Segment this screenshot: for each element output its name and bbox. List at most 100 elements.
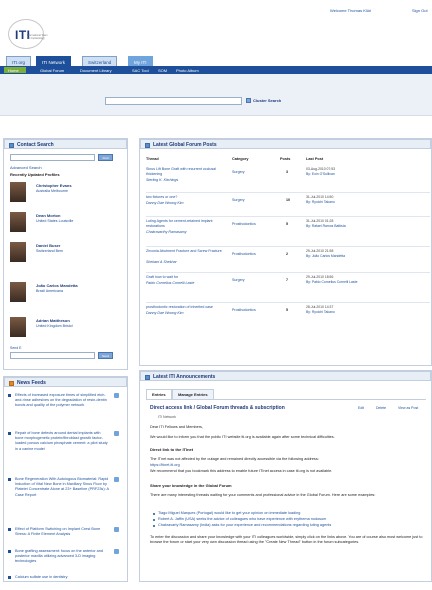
avatar[interactable]: [10, 282, 26, 302]
forum-example-link[interactable]: Chakravarty Ramasamy (India) asks for yo…: [153, 523, 418, 528]
thread-link[interactable]: Sinus Lift Bone Graft with recurrent occ…: [146, 167, 226, 177]
list-item[interactable]: Calcium sulfate use in dentistry: [8, 575, 124, 581]
news-link[interactable]: Bone grafting assessment: focus on the a…: [15, 549, 109, 565]
last-post-author[interactable]: By: Eoin O'Sullivan: [306, 172, 376, 176]
news-link[interactable]: Calcium sulfate use in dentistry: [15, 575, 109, 580]
profile-item[interactable]: Christopher Evans Australia Melbourne: [10, 182, 125, 210]
nav-photo-album[interactable]: Photo Album: [176, 68, 199, 73]
profile-location: United States Louisville: [36, 219, 74, 223]
tab-iti-org[interactable]: ITI.org: [6, 56, 32, 66]
send-input[interactable]: [10, 352, 95, 359]
thread-link[interactable]: Zirconia Abutment Fracture and Screw Fra…: [146, 249, 226, 254]
category-link[interactable]: Prosthodontics: [232, 222, 256, 226]
tab-iti-network[interactable]: ITI Network: [36, 56, 72, 66]
nav-home[interactable]: Home: [4, 67, 26, 73]
tab-divider: [146, 399, 426, 400]
profile-name[interactable]: Christopher Evans: [36, 183, 72, 188]
signout-link[interactable]: Sign Out: [412, 8, 428, 13]
thread-link[interactable]: prosthodontic restoration of inherited c…: [146, 305, 226, 310]
profile-name[interactable]: João Carlos Mandetta: [36, 283, 78, 288]
table-row[interactable]: Sinus Lift Bone Graft with recurrent occ…: [146, 167, 430, 193]
news-feeds-header: News Feeds: [4, 377, 127, 387]
view-as-post-link[interactable]: View as Post: [398, 406, 418, 410]
nav-global-forum[interactable]: Global Forum: [40, 68, 64, 73]
category-link[interactable]: Prosthodontics: [232, 308, 256, 312]
list-item[interactable]: Bone grafting assessment: focus on the a…: [8, 549, 124, 575]
news-feeds-title: News Feeds: [17, 380, 46, 386]
avatar[interactable]: [10, 212, 26, 232]
thread-author[interactable]: Sterling K. Kitchings: [146, 178, 178, 182]
feed-icon[interactable]: [114, 393, 119, 398]
avatar[interactable]: [10, 242, 26, 262]
profile-name[interactable]: Daniel Buser: [36, 243, 60, 248]
list-item[interactable]: Effects of increased exposure times of s…: [8, 393, 124, 427]
feed-icon[interactable]: [114, 477, 119, 482]
avatar[interactable]: [10, 182, 26, 202]
entry-title[interactable]: Direct access link / Global Forum thread…: [150, 405, 285, 411]
category-link[interactable]: Surgery: [232, 170, 245, 174]
table-row[interactable]: prosthodontic restoration of inherited c…: [146, 305, 430, 329]
entry-category[interactable]: ITI Network: [158, 415, 176, 419]
news-link[interactable]: Effect of Platform Switching on Implant …: [15, 527, 109, 537]
thread-link[interactable]: Graft how to wait for: [146, 275, 226, 280]
feed-icon[interactable]: [114, 549, 119, 554]
thread-link[interactable]: Luting Agents for cement-retained implan…: [146, 219, 226, 229]
list-item[interactable]: Repair of bone defects around dental imp…: [8, 431, 124, 475]
nav-som[interactable]: SOM: [158, 68, 167, 73]
table-row[interactable]: Zirconia Abutment Fracture and Screw Fra…: [146, 249, 430, 273]
itinet-link[interactable]: https://itinet.iti.org: [150, 463, 180, 467]
thread-author[interactable]: Danny Dae Woong Kim: [146, 201, 184, 205]
tab-my-iti[interactable]: My ITI: [128, 56, 153, 66]
category-link[interactable]: Surgery: [232, 198, 245, 202]
news-link[interactable]: Bone Regeneration With Autologous Biomat…: [15, 477, 109, 498]
list-item[interactable]: Bone Regeneration With Autologous Biomat…: [8, 477, 124, 527]
edit-link[interactable]: Edit: [358, 406, 364, 410]
news-link[interactable]: Repair of bone defects around dental imp…: [15, 431, 109, 452]
thread-link[interactable]: two fixtures or one?: [146, 195, 226, 200]
thread-author[interactable]: Chakravarthy Ramasamy: [146, 230, 187, 234]
last-post-author[interactable]: By: Pablo Cornelius Cornelli Laste: [306, 280, 376, 284]
post-count: 10: [286, 198, 290, 202]
welcome-link[interactable]: Welcome Thomas Klüri: [330, 8, 371, 13]
table-row[interactable]: two fixtures or one? Danny Dae Woong Kim…: [146, 195, 430, 217]
profile-item[interactable]: Daniel Buser Switzerland Bern: [10, 242, 125, 270]
category-link[interactable]: Prosthodontics: [232, 252, 256, 256]
thread-author[interactable]: Shebani A Shekhar: [146, 260, 177, 264]
contact-find-button[interactable]: Find: [98, 154, 113, 161]
feed-icon[interactable]: [114, 527, 119, 532]
advanced-search-link[interactable]: Advanced Search: [10, 165, 42, 170]
send-button[interactable]: Send: [98, 352, 113, 359]
last-post-author[interactable]: By: Ryoichi Takano: [306, 200, 376, 204]
feed-icon[interactable]: [114, 431, 119, 436]
profile-name[interactable]: Adrian Mattheson: [36, 318, 70, 323]
forum-example-link[interactable]: Tiago Miguel Marques (Portugal) would li…: [153, 511, 418, 516]
forum-example-link[interactable]: Robert A. Jaffin (USA) seeks the advice …: [153, 517, 418, 522]
heading-share-knowledge: Share your knowledge in the Global Forum: [150, 483, 232, 488]
cluster-search-input[interactable]: [105, 97, 242, 105]
delete-link[interactable]: Delete: [376, 406, 386, 410]
news-link[interactable]: Effects of increased exposure times of s…: [15, 393, 109, 409]
thread-author[interactable]: Pablo Cornelius Cornelli Laste: [146, 281, 194, 285]
contact-search-input[interactable]: [10, 154, 95, 161]
cluster-search-button[interactable]: Cluster Search: [246, 98, 281, 103]
last-post-date: 31-Jul-2010 01:28: [306, 219, 334, 223]
profile-name[interactable]: Dean Morton: [36, 213, 60, 218]
last-post-author[interactable]: By: Rafael Ramos Battista: [306, 224, 376, 228]
bullet-icon: [8, 576, 11, 579]
profile-location: Brazil Americana: [36, 289, 63, 293]
nav-sac-tool[interactable]: SAC Tool: [132, 68, 149, 73]
thread-author[interactable]: Danny Dae Woong Kim: [146, 311, 184, 315]
profile-item[interactable]: Dean Morton United States Louisville: [10, 212, 125, 240]
tab-switzerland[interactable]: Switzerland: [82, 56, 118, 66]
table-row[interactable]: Luting Agents for cement-retained implan…: [146, 219, 430, 247]
category-link[interactable]: Surgery: [232, 278, 245, 282]
list-item[interactable]: Effect of Platform Switching on Implant …: [8, 527, 124, 549]
contact-search-title: Contact Search: [17, 142, 54, 148]
profile-item[interactable]: João Carlos Mandetta Brazil Americana: [10, 282, 125, 310]
table-row[interactable]: Graft how to wait for Pablo Cornelius Co…: [146, 275, 430, 303]
last-post-author[interactable]: By: João Carlos Mandetta: [306, 254, 376, 258]
last-post-author[interactable]: By: Ryoichi Takano: [306, 310, 376, 314]
avatar[interactable]: [10, 317, 26, 337]
nav-document-library[interactable]: Document Library: [80, 68, 112, 73]
profile-item[interactable]: Adrian Mattheson United Kingdom Bristol: [10, 317, 125, 345]
